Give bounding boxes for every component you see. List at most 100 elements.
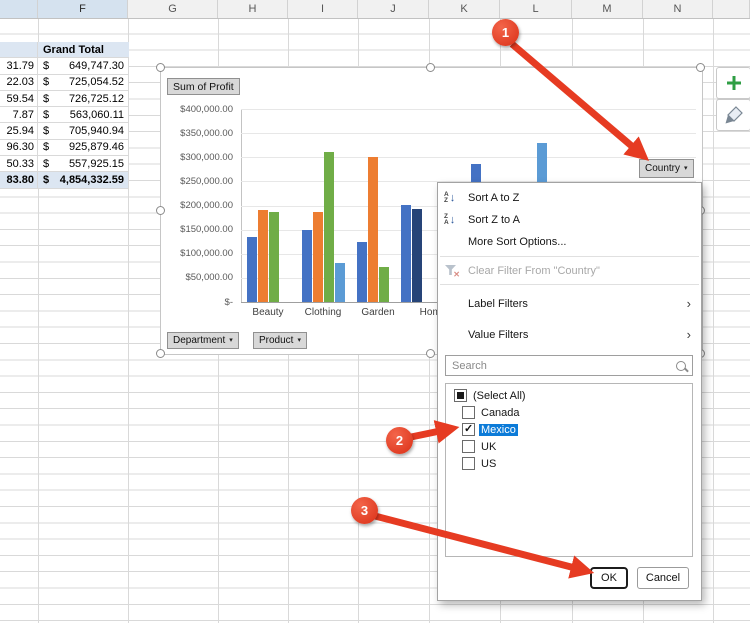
cell[interactable]: 22.03 [0,74,38,90]
sort-za-icon: ZA ↓ [444,212,456,226]
resize-handle[interactable] [426,349,435,358]
cell[interactable]: $925,879.46 [38,139,129,156]
sort-az-icon: AZ ↓ [444,190,456,204]
cell[interactable]: $557,925.15 [38,156,129,172]
filter-item-canada[interactable]: Canada [446,404,692,421]
cell-value: 563,060.11 [69,108,124,121]
value-field-label: Sum of Profit [173,80,234,93]
excel-window: F G H I J K L M N Grand Total 31.79 $649… [0,0,750,623]
menu-item-value-filters[interactable]: Value Filters › [438,320,701,349]
cell[interactable]: $725,054.52 [38,74,129,90]
menu-item-sort-a-to-z[interactable]: AZ ↓ Sort A to Z [438,187,701,209]
chart-bar[interactable] [379,267,389,302]
cell[interactable]: 83.80 [0,172,38,188]
table-row[interactable]: 25.94 $705,940.94 [0,123,129,140]
cell[interactable]: 25.94 [0,123,38,139]
chart-bar[interactable] [324,152,334,302]
cell[interactable]: 50.33 [0,156,38,172]
chart-bar[interactable] [247,237,257,302]
grand-total-row[interactable]: 83.80 $4,854,332.59 [0,172,129,189]
table-row[interactable]: 31.79 $649,747.30 [0,58,129,75]
resize-handle[interactable] [426,63,435,72]
cell[interactable]: $563,060.11 [38,107,129,123]
chart-bar[interactable] [401,205,411,302]
cell-value: 4,854,332.59 [59,174,124,187]
resize-handle[interactable] [156,206,165,215]
submenu-arrow-icon: › [686,296,691,311]
annotation-step-2: 2 [386,427,413,454]
checkbox-unchecked[interactable] [462,457,475,470]
y-axis-tick-label: $100,000.00 [180,248,233,260]
checkbox-unchecked[interactable] [462,440,475,453]
chart-styles-button[interactable] [716,99,750,131]
column-header-l[interactable]: L [500,0,572,18]
submenu-arrow-icon: › [686,327,691,342]
ok-button[interactable]: OK [590,567,628,589]
grand-total-header-cell[interactable]: Grand Total [38,44,129,56]
filter-item-mexico[interactable]: Mexico [446,421,692,438]
table-row[interactable]: 22.03 $725,054.52 [0,74,129,91]
department-field-button[interactable]: Department ▾ [167,332,239,349]
table-row[interactable]: 7.87 $563,060.11 [0,107,129,124]
filter-item-us[interactable]: US [446,455,692,472]
column-header-j[interactable]: J [358,0,429,18]
column-header-h[interactable]: H [218,0,288,18]
table-row[interactable]: 50.33 $557,925.15 [0,156,129,173]
menu-item-more-sort-options[interactable]: More Sort Options... [438,231,701,253]
chart-elements-button[interactable] [716,67,750,99]
chart-bar[interactable] [357,242,367,302]
field-label: Product [259,335,294,346]
checkbox-mixed[interactable] [454,389,467,402]
filter-item--select-all-[interactable]: (Select All) [446,387,692,404]
currency-symbol: $ [43,92,50,105]
column-header-g[interactable]: G [128,0,218,18]
menu-item-label: Clear Filter From "Country" [468,265,600,277]
filter-item-uk[interactable]: UK [446,438,692,455]
dropdown-arrow-icon: ▾ [229,337,233,344]
column-header-n[interactable]: N [643,0,713,18]
chart-bar[interactable] [313,212,323,302]
plus-icon [726,76,741,90]
resize-handle[interactable] [156,63,165,72]
cell[interactable]: $726,725.12 [38,90,129,107]
product-field-button[interactable]: Product ▾ [253,332,307,349]
cell[interactable]: $4,854,332.59 [38,172,129,188]
y-axis-tick-label: $400,000.00 [180,103,233,115]
cell[interactable]: 31.79 [0,58,38,74]
search-input[interactable] [452,359,676,372]
cell[interactable] [0,42,38,58]
chart-bar[interactable] [412,209,422,302]
table-row[interactable]: 96.30 $925,879.46 [0,139,129,157]
menu-item-label-filters[interactable]: Label Filters › [438,289,701,318]
chart-bar[interactable] [335,263,345,302]
chart-bar[interactable] [269,212,279,302]
cancel-button[interactable]: Cancel [637,567,689,589]
resize-handle[interactable] [156,349,165,358]
cell-value: 725,054.52 [68,76,124,89]
column-header-k[interactable]: K [429,0,500,18]
cell[interactable]: 59.54 [0,90,38,107]
chart-bar[interactable] [258,210,268,302]
menu-item-sort-z-to-a[interactable]: ZA ↓ Sort Z to A [438,209,701,231]
checkbox-unchecked[interactable] [462,406,475,419]
column-header-f[interactable]: F [38,0,128,18]
cell[interactable]: $649,747.30 [38,58,129,74]
annotation-step-1: 1 [492,19,519,46]
checkbox-checked[interactable] [462,422,475,436]
chart-bar[interactable] [302,230,312,302]
chart-bar[interactable] [368,157,378,302]
cell[interactable]: 7.87 [0,107,38,123]
column-header-o-partial[interactable] [713,0,750,18]
cell[interactable]: $705,940.94 [38,123,129,139]
column-header-m[interactable]: M [572,0,643,18]
table-row[interactable]: 59.54 $726,725.12 [0,90,129,108]
search-icon [676,360,686,371]
resize-handle[interactable] [696,63,705,72]
clear-filter-icon: ✕ [445,265,460,279]
value-field-button[interactable]: Sum of Profit [167,78,240,95]
table-header-row[interactable]: Grand Total [0,42,129,59]
column-header-e-partial[interactable] [0,0,38,18]
column-header-i[interactable]: I [288,0,358,18]
cell[interactable]: 96.30 [0,139,38,156]
country-filter-button[interactable]: Country ▾ [639,159,694,178]
